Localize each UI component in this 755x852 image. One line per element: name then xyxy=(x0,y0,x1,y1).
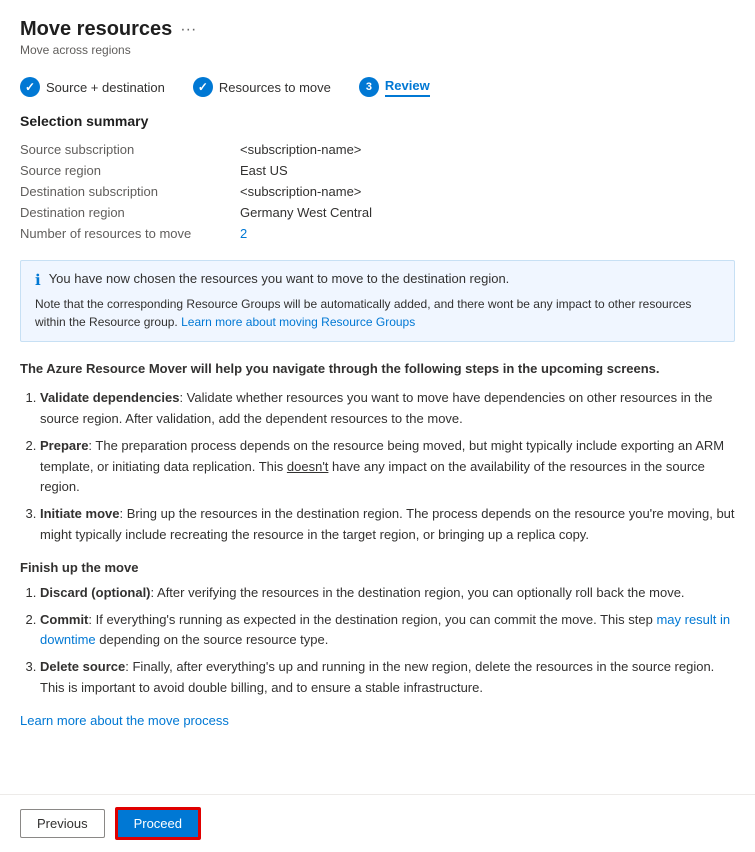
page-container: Move resources ··· Move across regions ✓… xyxy=(0,0,755,852)
step1-bold: Validate dependencies xyxy=(40,390,179,405)
summary-section-title: Selection summary xyxy=(20,113,735,129)
summary-value-source-sub: <subscription-name> xyxy=(240,139,735,160)
footer: Previous Proceed xyxy=(0,794,755,852)
list-item: Delete source: Finally, after everything… xyxy=(40,657,735,699)
learn-more-resource-groups-link[interactable]: Learn more about moving Resource Groups xyxy=(181,315,415,329)
check-icon-source-dest: ✓ xyxy=(25,80,35,94)
summary-value-source-region: East US xyxy=(240,160,735,181)
steps-list: Validate dependencies: Validate whether … xyxy=(40,388,735,546)
finish1-bold: Discard (optional) xyxy=(40,585,151,600)
step3-bold: Initiate move xyxy=(40,506,119,521)
step2-underline: doesn't xyxy=(287,459,329,474)
learn-more-move-process-link[interactable]: Learn more about the move process xyxy=(20,713,229,728)
summary-row-source-sub: Source subscription <subscription-name> xyxy=(20,139,735,160)
summary-value-dest-region: Germany West Central xyxy=(240,202,735,223)
step2-bold: Prepare xyxy=(40,438,88,453)
info-main-text: You have now chosen the resources you wa… xyxy=(49,271,510,286)
summary-label-dest-region: Destination region xyxy=(20,202,240,223)
finish2-text: : If everything's running as expected in… xyxy=(88,612,656,627)
steps-bar: ✓ Source + destination ✓ Resources to mo… xyxy=(0,65,755,97)
finish3-text: : Finally, after everything's up and run… xyxy=(40,659,714,695)
info-note: Note that the corresponding Resource Gro… xyxy=(35,295,720,331)
step-label-review: Review xyxy=(385,78,430,97)
step-source-dest[interactable]: ✓ Source + destination xyxy=(20,77,165,97)
info-box: ℹ You have now chosen the resources you … xyxy=(20,260,735,342)
summary-table: Source subscription <subscription-name> … xyxy=(20,139,735,244)
step-review[interactable]: 3 Review xyxy=(359,77,430,97)
previous-button[interactable]: Previous xyxy=(20,809,105,838)
step-circle-source-dest: ✓ xyxy=(20,77,40,97)
finish2-bold: Commit xyxy=(40,612,88,627)
info-circle-icon: ℹ xyxy=(35,271,41,289)
steps-intro: The Azure Resource Mover will help you n… xyxy=(20,360,735,378)
step3-text: : Bring up the resources in the destinat… xyxy=(40,506,735,542)
summary-row-dest-region: Destination region Germany West Central xyxy=(20,202,735,223)
step-label-source-dest: Source + destination xyxy=(46,80,165,95)
summary-value-num-resources: 2 xyxy=(240,223,735,244)
step-resources-to-move[interactable]: ✓ Resources to move xyxy=(193,77,331,97)
finish-list: Discard (optional): After verifying the … xyxy=(40,583,735,699)
step-number-review: 3 xyxy=(366,81,372,93)
summary-value-dest-sub: <subscription-name> xyxy=(240,181,735,202)
check-icon-resources: ✓ xyxy=(198,80,208,94)
step-circle-resources: ✓ xyxy=(193,77,213,97)
list-item: Commit: If everything's running as expec… xyxy=(40,610,735,652)
finish-title: Finish up the move xyxy=(20,560,735,575)
more-options-icon[interactable]: ··· xyxy=(180,21,196,39)
summary-label-num-resources: Number of resources to move xyxy=(20,223,240,244)
finish3-bold: Delete source xyxy=(40,659,125,674)
summary-row-num-resources: Number of resources to move 2 xyxy=(20,223,735,244)
page-title: Move resources xyxy=(20,18,172,41)
step-circle-review: 3 xyxy=(359,77,379,97)
proceed-button[interactable]: Proceed xyxy=(115,807,201,840)
list-item: Prepare: The preparation process depends… xyxy=(40,436,735,498)
page-subtitle: Move across regions xyxy=(20,43,735,57)
summary-label-dest-sub: Destination subscription xyxy=(20,181,240,202)
finish2-text2: depending on the source resource type. xyxy=(96,632,329,647)
main-content: Selection summary Source subscription <s… xyxy=(0,97,755,794)
list-item: Discard (optional): After verifying the … xyxy=(40,583,735,604)
summary-label-source-sub: Source subscription xyxy=(20,139,240,160)
list-item: Validate dependencies: Validate whether … xyxy=(40,388,735,430)
header: Move resources ··· Move across regions xyxy=(0,0,755,65)
summary-row-dest-sub: Destination subscription <subscription-n… xyxy=(20,181,735,202)
info-box-top: ℹ You have now chosen the resources you … xyxy=(35,271,720,289)
summary-row-source-region: Source region East US xyxy=(20,160,735,181)
finish1-text: : After verifying the resources in the d… xyxy=(151,585,685,600)
step-label-resources: Resources to move xyxy=(219,80,331,95)
summary-label-source-region: Source region xyxy=(20,160,240,181)
list-item: Initiate move: Bring up the resources in… xyxy=(40,504,735,546)
